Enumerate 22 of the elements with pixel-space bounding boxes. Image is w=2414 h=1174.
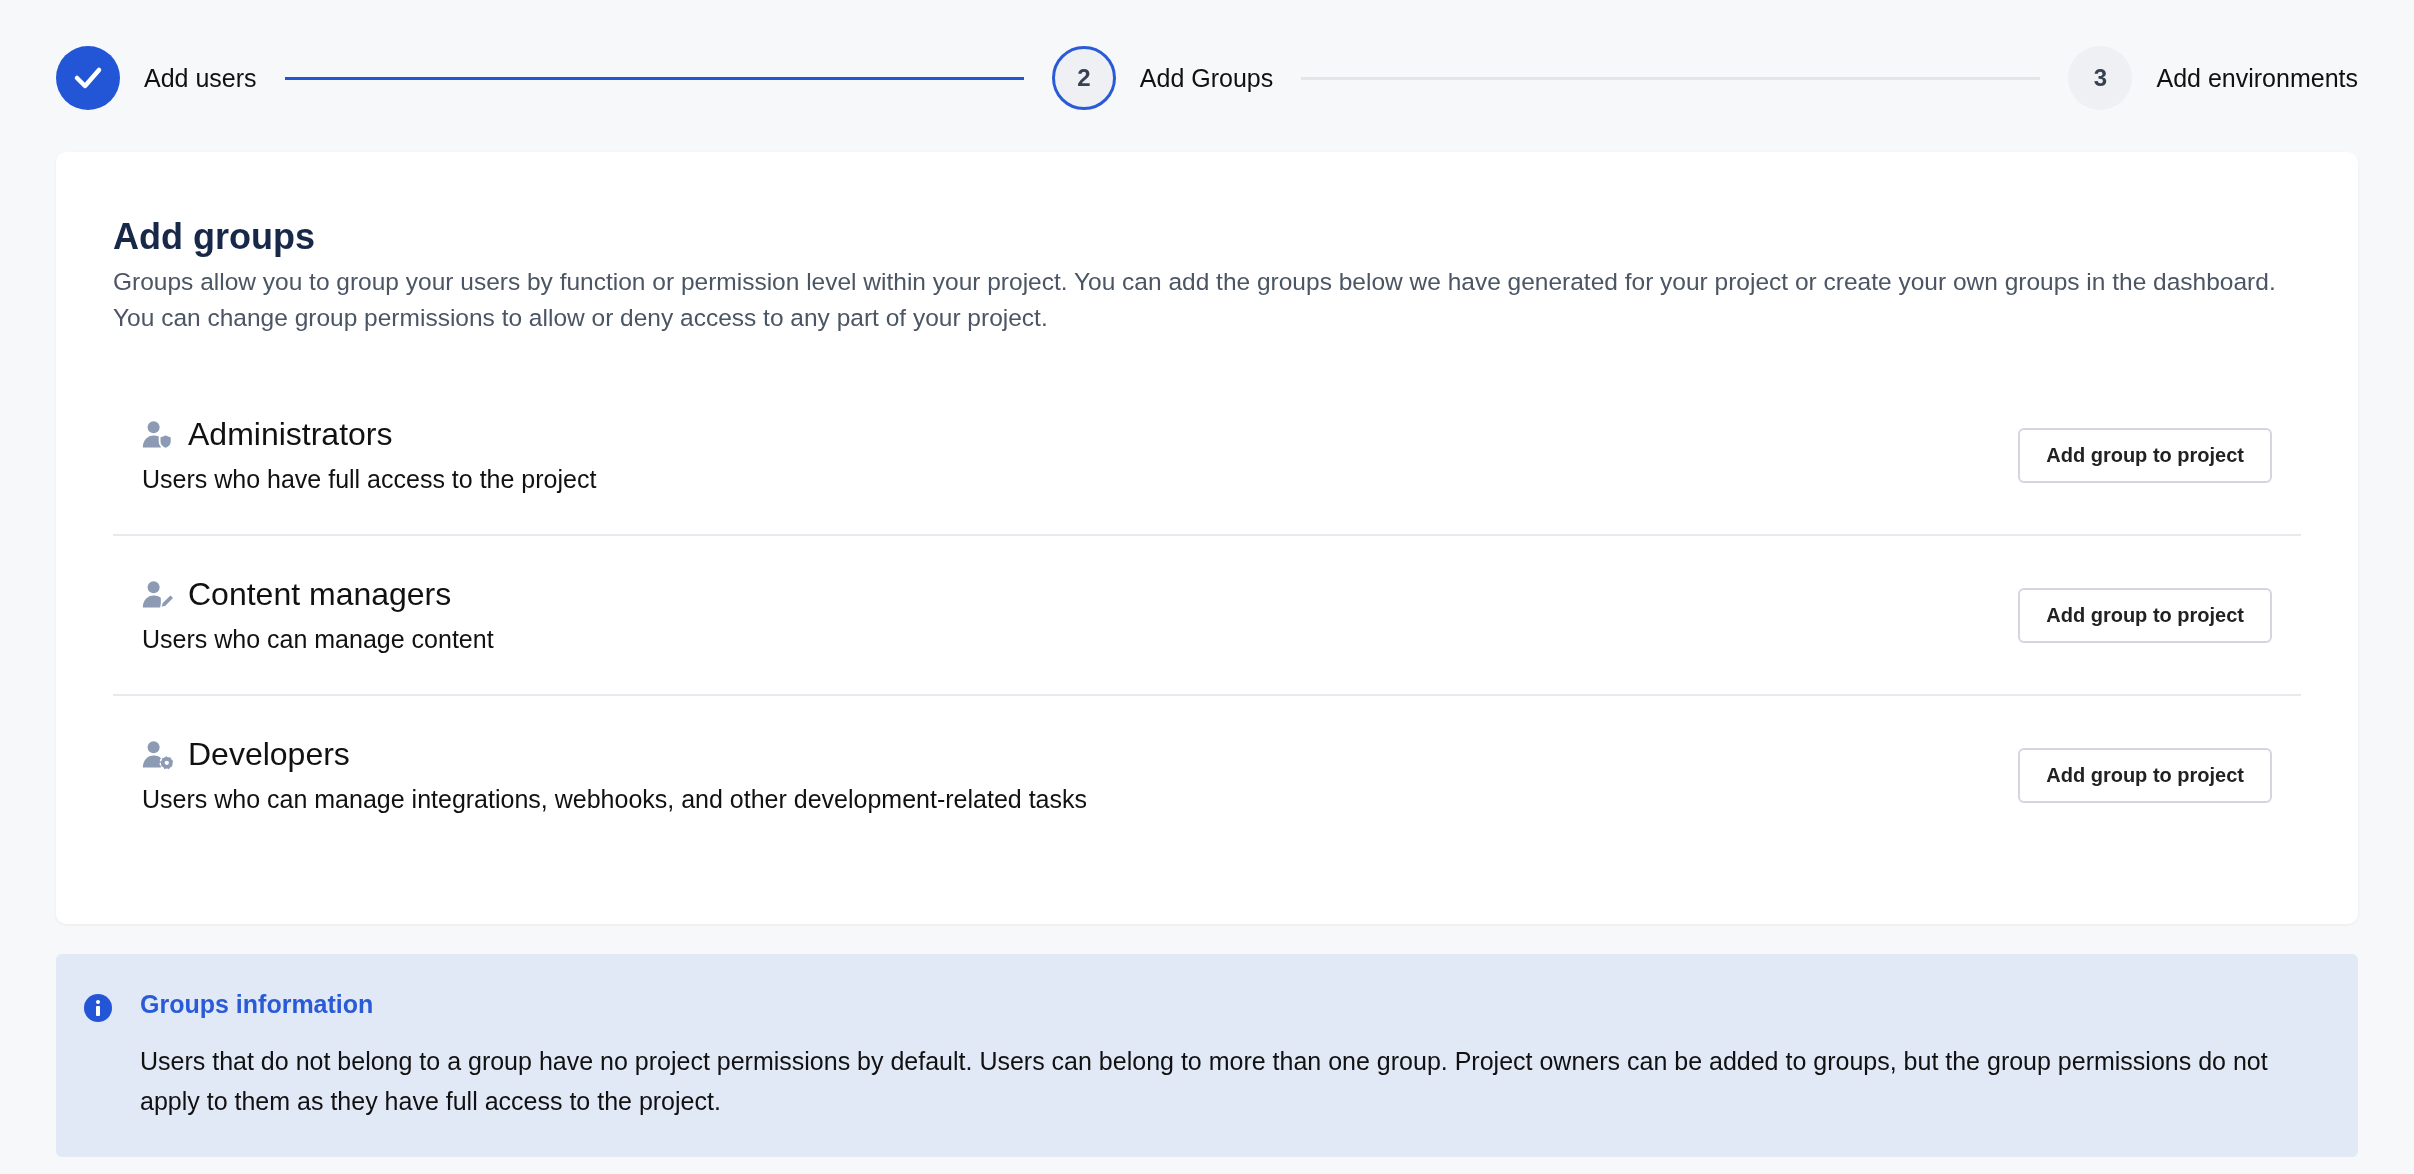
step-indicator: 3 (2068, 46, 2133, 110)
add-group-button[interactable]: Add group to project (2018, 587, 2272, 643)
group-description: Users who can manage integrations, webhooks, and other development-related tasks (142, 785, 1087, 814)
card-title: Add groups (113, 216, 316, 258)
step-label: Add Groups (1139, 63, 1274, 93)
info-title: Groups information (140, 990, 375, 1019)
add-group-button[interactable]: Add group to project (2018, 747, 2272, 803)
card-description: Groups allow you to group your users by function or permission level within your project. You can add the groups below we have generated for your project or create your own groups in the dashboard. You can change group permissions to allow or deny access to any part of your project. (113, 267, 2277, 333)
info-icon (84, 994, 112, 1022)
group-description: Users who have full access to the project (142, 465, 597, 494)
user-gear-icon (142, 739, 176, 770)
step-label: Add users (144, 63, 257, 93)
add-group-button[interactable]: Add group to project (2018, 427, 2272, 483)
user-pen-icon (142, 579, 176, 610)
step-label: Add environments (2156, 63, 2358, 93)
info-text: Users that do not belong to a group have no project permissions by default. Users can belong to more than one group. Project owners can be added to groups, but the group permissions do not apply to them as they have full access to the project. (140, 1046, 2269, 1117)
group-name: Developers (188, 736, 350, 773)
group-name: Content managers (188, 576, 452, 613)
group-description: Users who can manage content (142, 625, 494, 654)
group-name: Administrators (188, 416, 393, 453)
check-icon (73, 66, 103, 90)
step-indicator: 2 (1051, 46, 1116, 110)
